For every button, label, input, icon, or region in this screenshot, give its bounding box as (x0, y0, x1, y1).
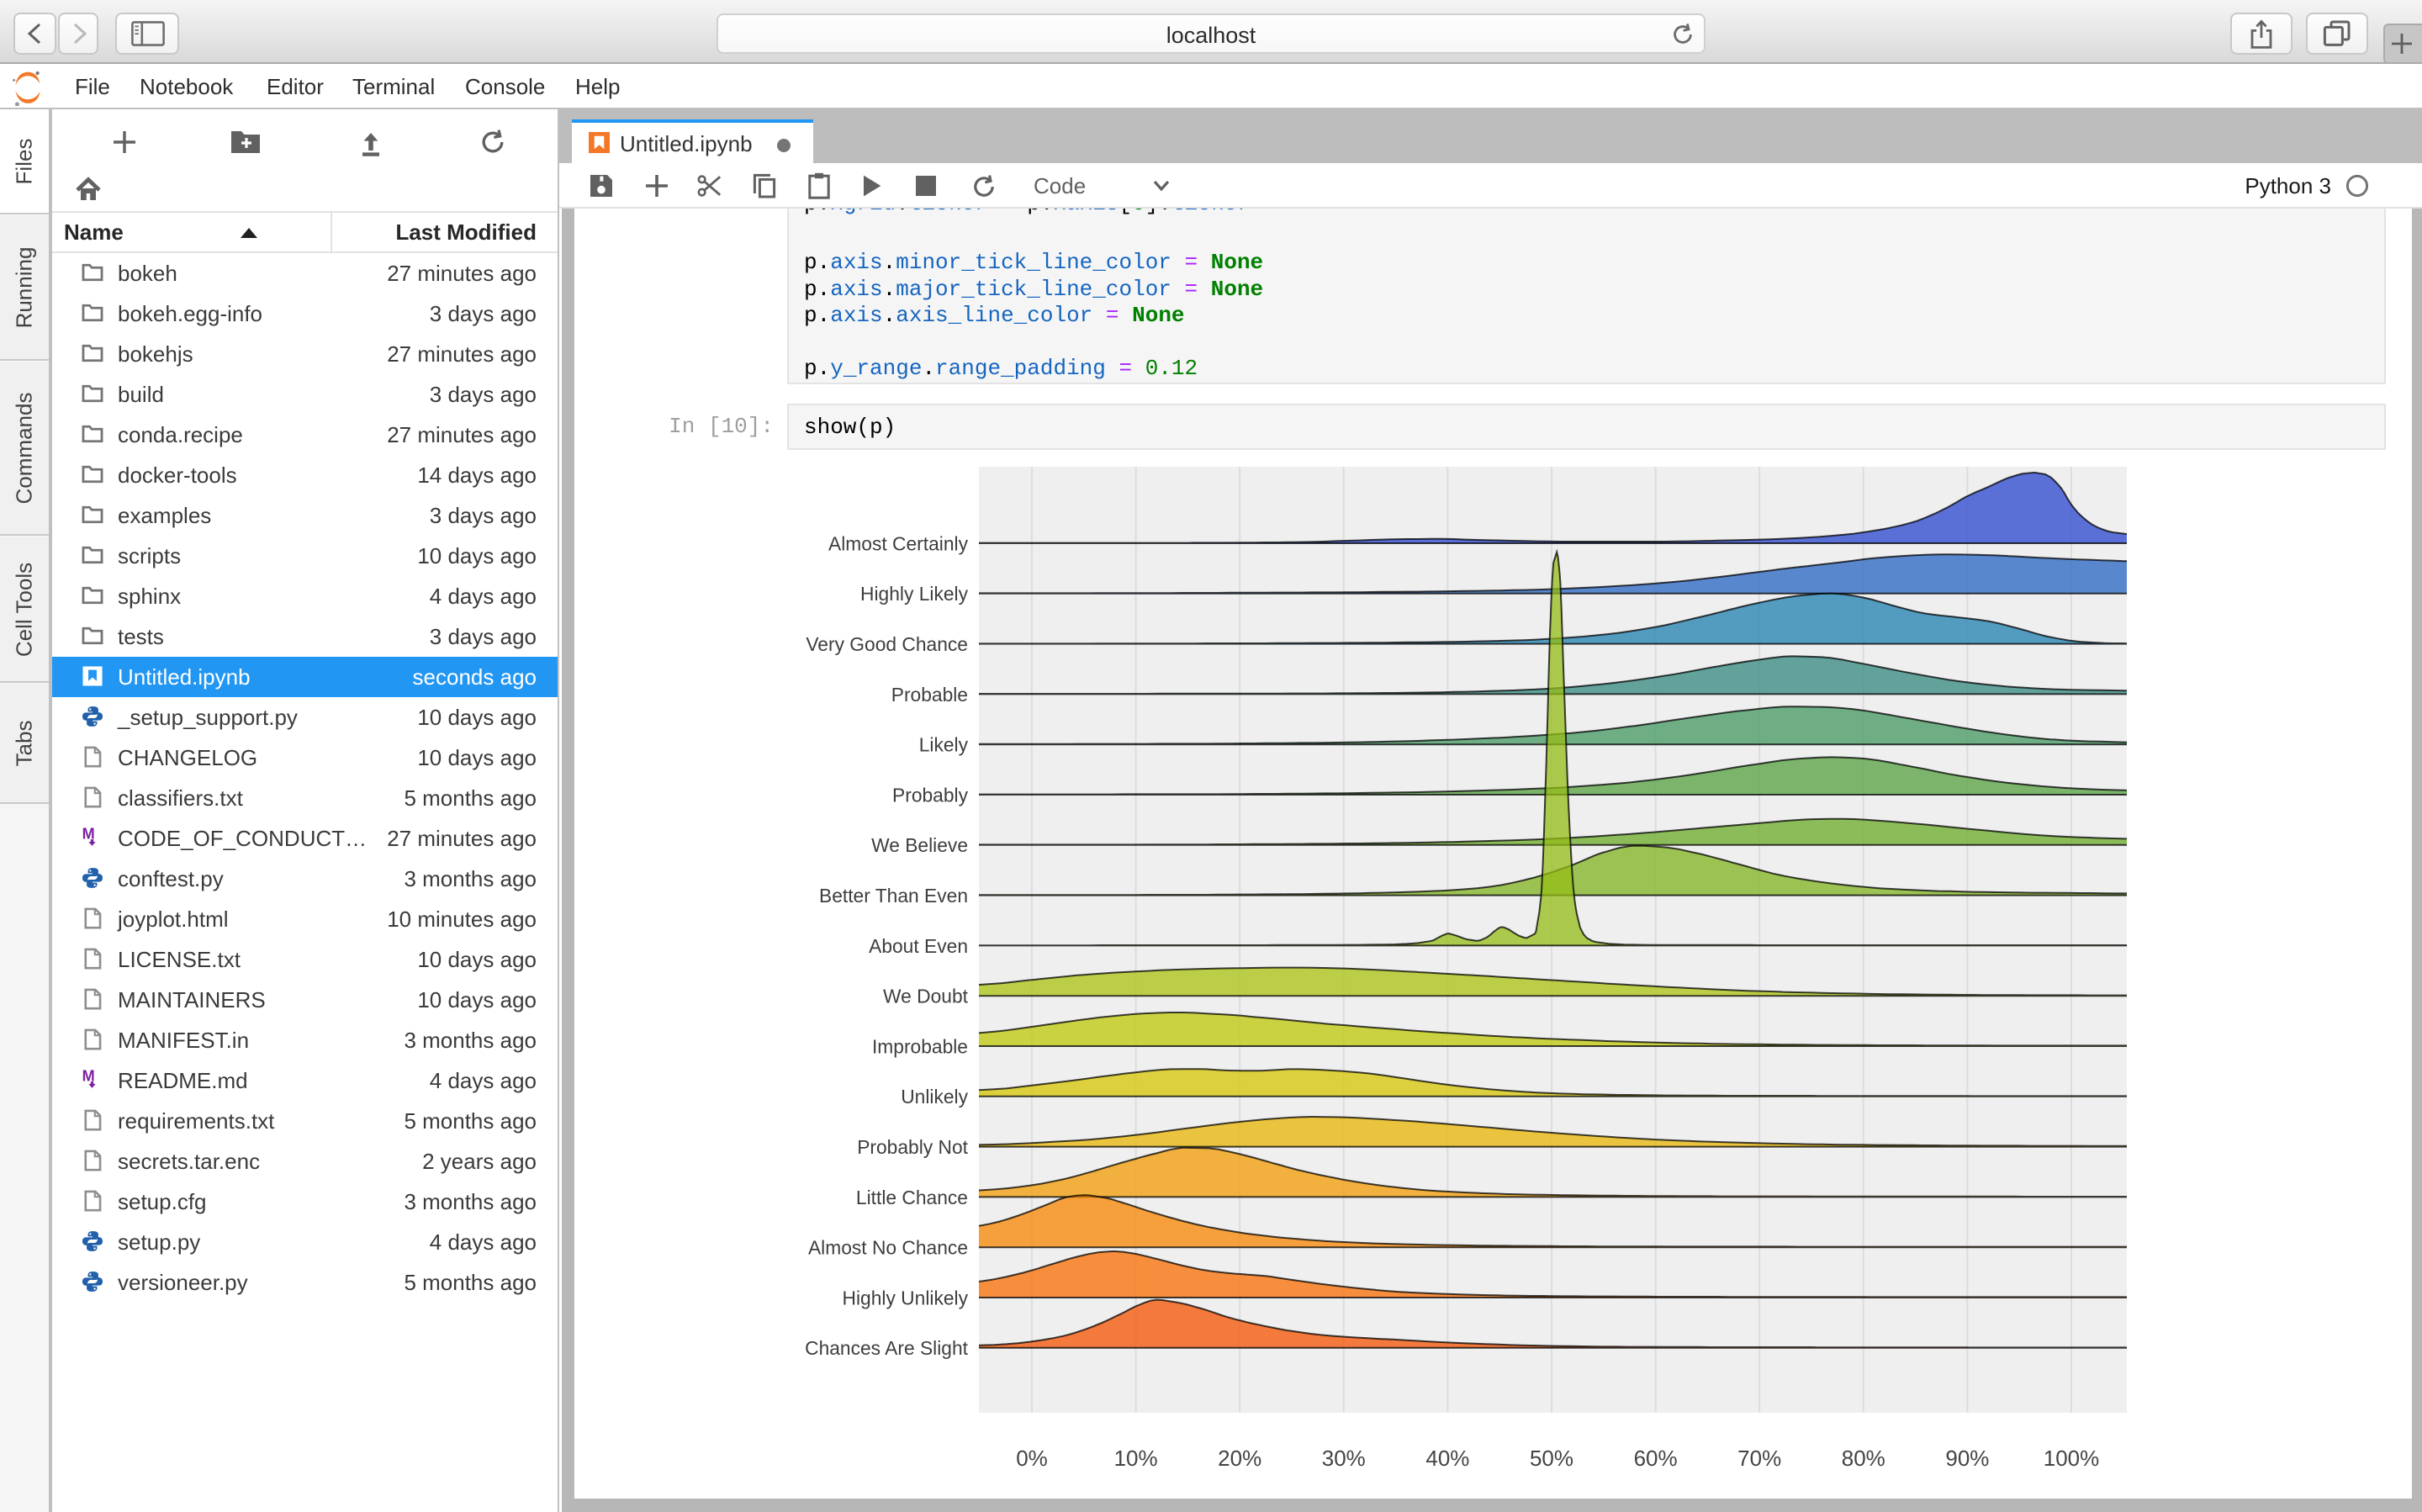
svg-text:Almost No Chance: Almost No Chance (808, 1237, 968, 1259)
svg-text:60%: 60% (1634, 1446, 1678, 1471)
svg-text:Almost Certainly: Almost Certainly (828, 532, 969, 554)
svg-text:Unlikely: Unlikely (901, 1086, 968, 1108)
svg-text:Probably: Probably (892, 784, 969, 806)
svg-text:80%: 80% (1842, 1446, 1885, 1471)
svg-text:We Doubt: We Doubt (883, 986, 969, 1007)
svg-text:30%: 30% (1322, 1446, 1366, 1471)
svg-text:Highly Unlikely: Highly Unlikely (843, 1287, 969, 1308)
svg-text:100%: 100% (2044, 1446, 2100, 1471)
svg-text:0%: 0% (1016, 1446, 1048, 1471)
svg-text:Highly Likely: Highly Likely (860, 583, 969, 605)
svg-text:About Even: About Even (869, 935, 968, 957)
svg-text:Probable: Probable (891, 684, 968, 706)
svg-text:10%: 10% (1114, 1446, 1158, 1471)
svg-text:Probably Not: Probably Not (857, 1136, 968, 1158)
svg-text:Better Than Even: Better Than Even (819, 885, 968, 907)
svg-text:Very Good Chance: Very Good Chance (806, 633, 968, 655)
svg-text:40%: 40% (1425, 1446, 1469, 1471)
svg-text:70%: 70% (1737, 1446, 1781, 1471)
svg-text:Improbable: Improbable (872, 1035, 968, 1057)
svg-text:We Believe: We Believe (871, 834, 968, 856)
svg-text:Likely: Likely (919, 734, 969, 756)
svg-text:50%: 50% (1530, 1446, 1573, 1471)
svg-text:20%: 20% (1218, 1446, 1261, 1471)
svg-text:90%: 90% (1945, 1446, 1989, 1471)
svg-text:Little Chance: Little Chance (856, 1187, 968, 1208)
svg-text:Chances Are Slight: Chances Are Slight (805, 1337, 969, 1359)
